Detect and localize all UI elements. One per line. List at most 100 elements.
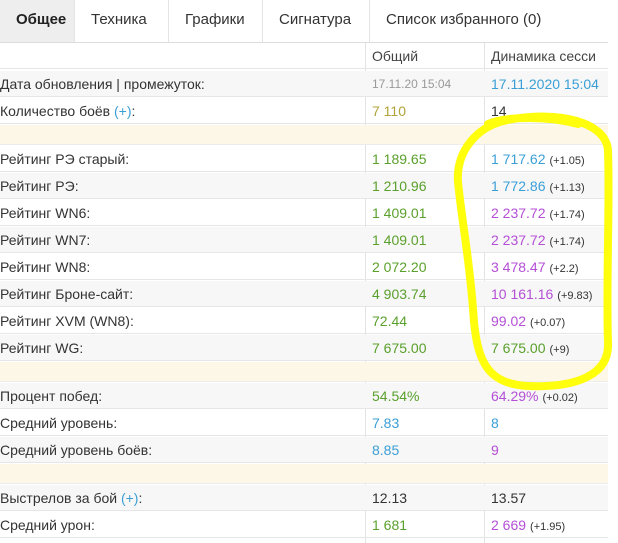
dynamic-cell: 1 772.86 (+1.13) (491, 173, 608, 199)
dynamic-cell: 1 717.62 (+1.05) (491, 146, 608, 172)
total-value: 7 675.00 (372, 340, 427, 356)
table-row: Средний уровень: 7.83 8 (0, 410, 608, 436)
total-value: 1 210.96 (372, 178, 427, 194)
table-header: Общий Динамика сесси (0, 43, 608, 69)
dynamic-value: 17.11.2020 15:04 (491, 76, 599, 92)
dynamic-value: 3 478.47 (491, 259, 546, 275)
row-label: Процент побед: (0, 383, 362, 409)
dynamic-cell: 3 478.47 (+2.2) (491, 254, 608, 280)
tab-favorites[interactable]: Список избранного (0) (370, 0, 608, 42)
row-label-text: Рейтинг WN7: (0, 232, 91, 248)
total-value: 8.85 (372, 442, 400, 458)
row-label-text: Средний урон: (0, 517, 95, 533)
dynamic-value: 64.29% (491, 388, 539, 404)
section-separator (0, 464, 608, 484)
delta-value: (+9.83) (557, 290, 593, 302)
table-row: Средний урон: 1 681 2 669 (+1.95) (0, 512, 608, 538)
dynamic-cell: 2 237.72 (+1.74) (491, 227, 608, 253)
total-value: 17.11.20 15:04 (372, 77, 452, 91)
row-label: Средний урон: (0, 512, 362, 538)
table-row: Выстрелов за бой (+): 12.13 13.57 (0, 485, 608, 511)
table-row: Рейтинг Броне-сайт: 4 903.74 10 161.16 (+9.… (0, 281, 608, 307)
delta-value: (+2.2) (549, 263, 579, 275)
row-label-text: Рейтинг WG: (0, 340, 84, 356)
row-label-text: Рейтинг РЭ старый: (0, 151, 130, 167)
row-label: Дата обновления | промежуток: (0, 71, 362, 97)
table-row: Рейтинг XVM (WN8): 72.44 99.02 (+0.07) (0, 308, 608, 334)
row-label: Средний уровень: (0, 410, 362, 436)
row-label-text: Процент побед: (0, 388, 103, 404)
row-label: Рейтинг WN8: (0, 254, 362, 280)
dynamic-value: 8 (491, 415, 499, 431)
dynamic-cell: 13.57 (491, 485, 608, 511)
row-label: Рейтинг WN6: (0, 200, 362, 226)
dynamic-cell: 17.11.2020 15:04 (491, 71, 608, 97)
column-header-dynamic: Динамика сесси (491, 48, 596, 64)
delta-value: (+0.02) (542, 392, 578, 404)
row-label-text: Средний уровень: (0, 415, 118, 431)
row-label: Средний уровень боёв: (0, 437, 362, 463)
section-separator (0, 362, 608, 382)
row-label: Рейтинг WN7: (0, 227, 362, 253)
dynamic-value: 10 161.16 (491, 286, 554, 302)
total-value: 4 903.74 (372, 286, 427, 302)
tab-charts[interactable]: Графики (169, 0, 263, 42)
row-label-text: Выстрелов за бой (0, 490, 121, 506)
total-value: 2 072.20 (372, 259, 427, 275)
row-label: Количество боёв (+): (0, 98, 362, 124)
row-label: Рейтинг WG: (0, 335, 362, 361)
delta-value: (+9) (549, 344, 570, 356)
dynamic-cell: 2 237.72 (+1.74) (491, 200, 608, 226)
total-value: 1 409.01 (372, 232, 427, 248)
row-label-text: Средний уровень боёв: (0, 442, 153, 458)
row-label: Выстрелов за бой (+): (0, 485, 362, 511)
dynamic-value: 13.57 (491, 490, 527, 506)
table-row: Рейтинг РЭ: 1 210.96 1 772.86 (+1.13) (0, 173, 608, 199)
expand-link[interactable]: (+) (114, 103, 132, 119)
total-value: 1 681 (372, 517, 408, 533)
row-label-text: Дата обновления | промежуток: (0, 76, 205, 92)
table-row: Дата обновления | промежуток: 17.11.20 15… (0, 71, 608, 97)
total-value: 1 409.01 (372, 205, 427, 221)
total-value: 1 189.65 (372, 151, 427, 167)
dynamic-value: 2 237.72 (491, 232, 546, 248)
table-row: Количество боёв (+): 7 110 14 (0, 98, 608, 124)
row-label: Рейтинг Броне-сайт: (0, 281, 362, 307)
row-label-text: Рейтинг РЭ: (0, 178, 79, 194)
row-label-text: Рейтинг Броне-сайт: (0, 286, 134, 302)
expand-link[interactable]: (+) (121, 490, 139, 506)
row-label-colon: : (138, 490, 143, 506)
row-label-colon: : (131, 103, 136, 119)
dynamic-cell: 9 (491, 437, 608, 463)
total-value: 12.13 (372, 490, 408, 506)
dynamic-value: 2 237.72 (491, 205, 546, 221)
dynamic-cell: 7 675.00 (+9) (491, 335, 608, 361)
table-row: Рейтинг РЭ старый: 1 189.65 1 717.62 (+1.05… (0, 146, 608, 172)
table-row: Рейтинг WN6: 1 409.01 2 237.72 (+1.74) (0, 200, 608, 226)
tab-signature[interactable]: Сигнатура (263, 0, 370, 42)
dynamic-value: 7 675.00 (491, 340, 546, 356)
row-label-text: Рейтинг WN8: (0, 259, 91, 275)
dynamic-cell: 14 (491, 98, 608, 124)
table-row: Рейтинг WN8: 2 072.20 3 478.47 (+2.2) (0, 254, 608, 280)
table-row: Средний уровень боёв: 8.85 9 (0, 437, 608, 463)
row-label: Рейтинг XVM (WN8): (0, 308, 362, 334)
total-value: 54.54% (372, 388, 420, 404)
table-row: Процент побед: 54.54% 64.29% (+0.02) (0, 383, 608, 409)
dynamic-cell: 64.29% (+0.02) (491, 383, 608, 409)
dynamic-cell: 10 161.16 (+9.83) (491, 281, 608, 307)
delta-value: (+1.05) (549, 155, 585, 167)
row-label: Рейтинг РЭ: (0, 173, 362, 199)
total-value: 7 110 (372, 103, 406, 119)
header-label-empty (0, 43, 362, 69)
dynamic-value: 14 (491, 103, 507, 119)
dynamic-value: 2 669 (491, 517, 527, 533)
dynamic-cell: 8 (491, 410, 608, 436)
total-value: 7.83 (372, 415, 400, 431)
delta-value: (+0.07) (530, 317, 566, 329)
tab-vehicles[interactable]: Техника (75, 0, 169, 42)
tab-general[interactable]: Общее (0, 0, 75, 42)
delta-value: (+1.74) (549, 209, 585, 221)
table-row: Рейтинг WG: 7 675.00 7 675.00 (+9) (0, 335, 608, 361)
dynamic-cell: 2 669 (+1.95) (491, 512, 608, 538)
